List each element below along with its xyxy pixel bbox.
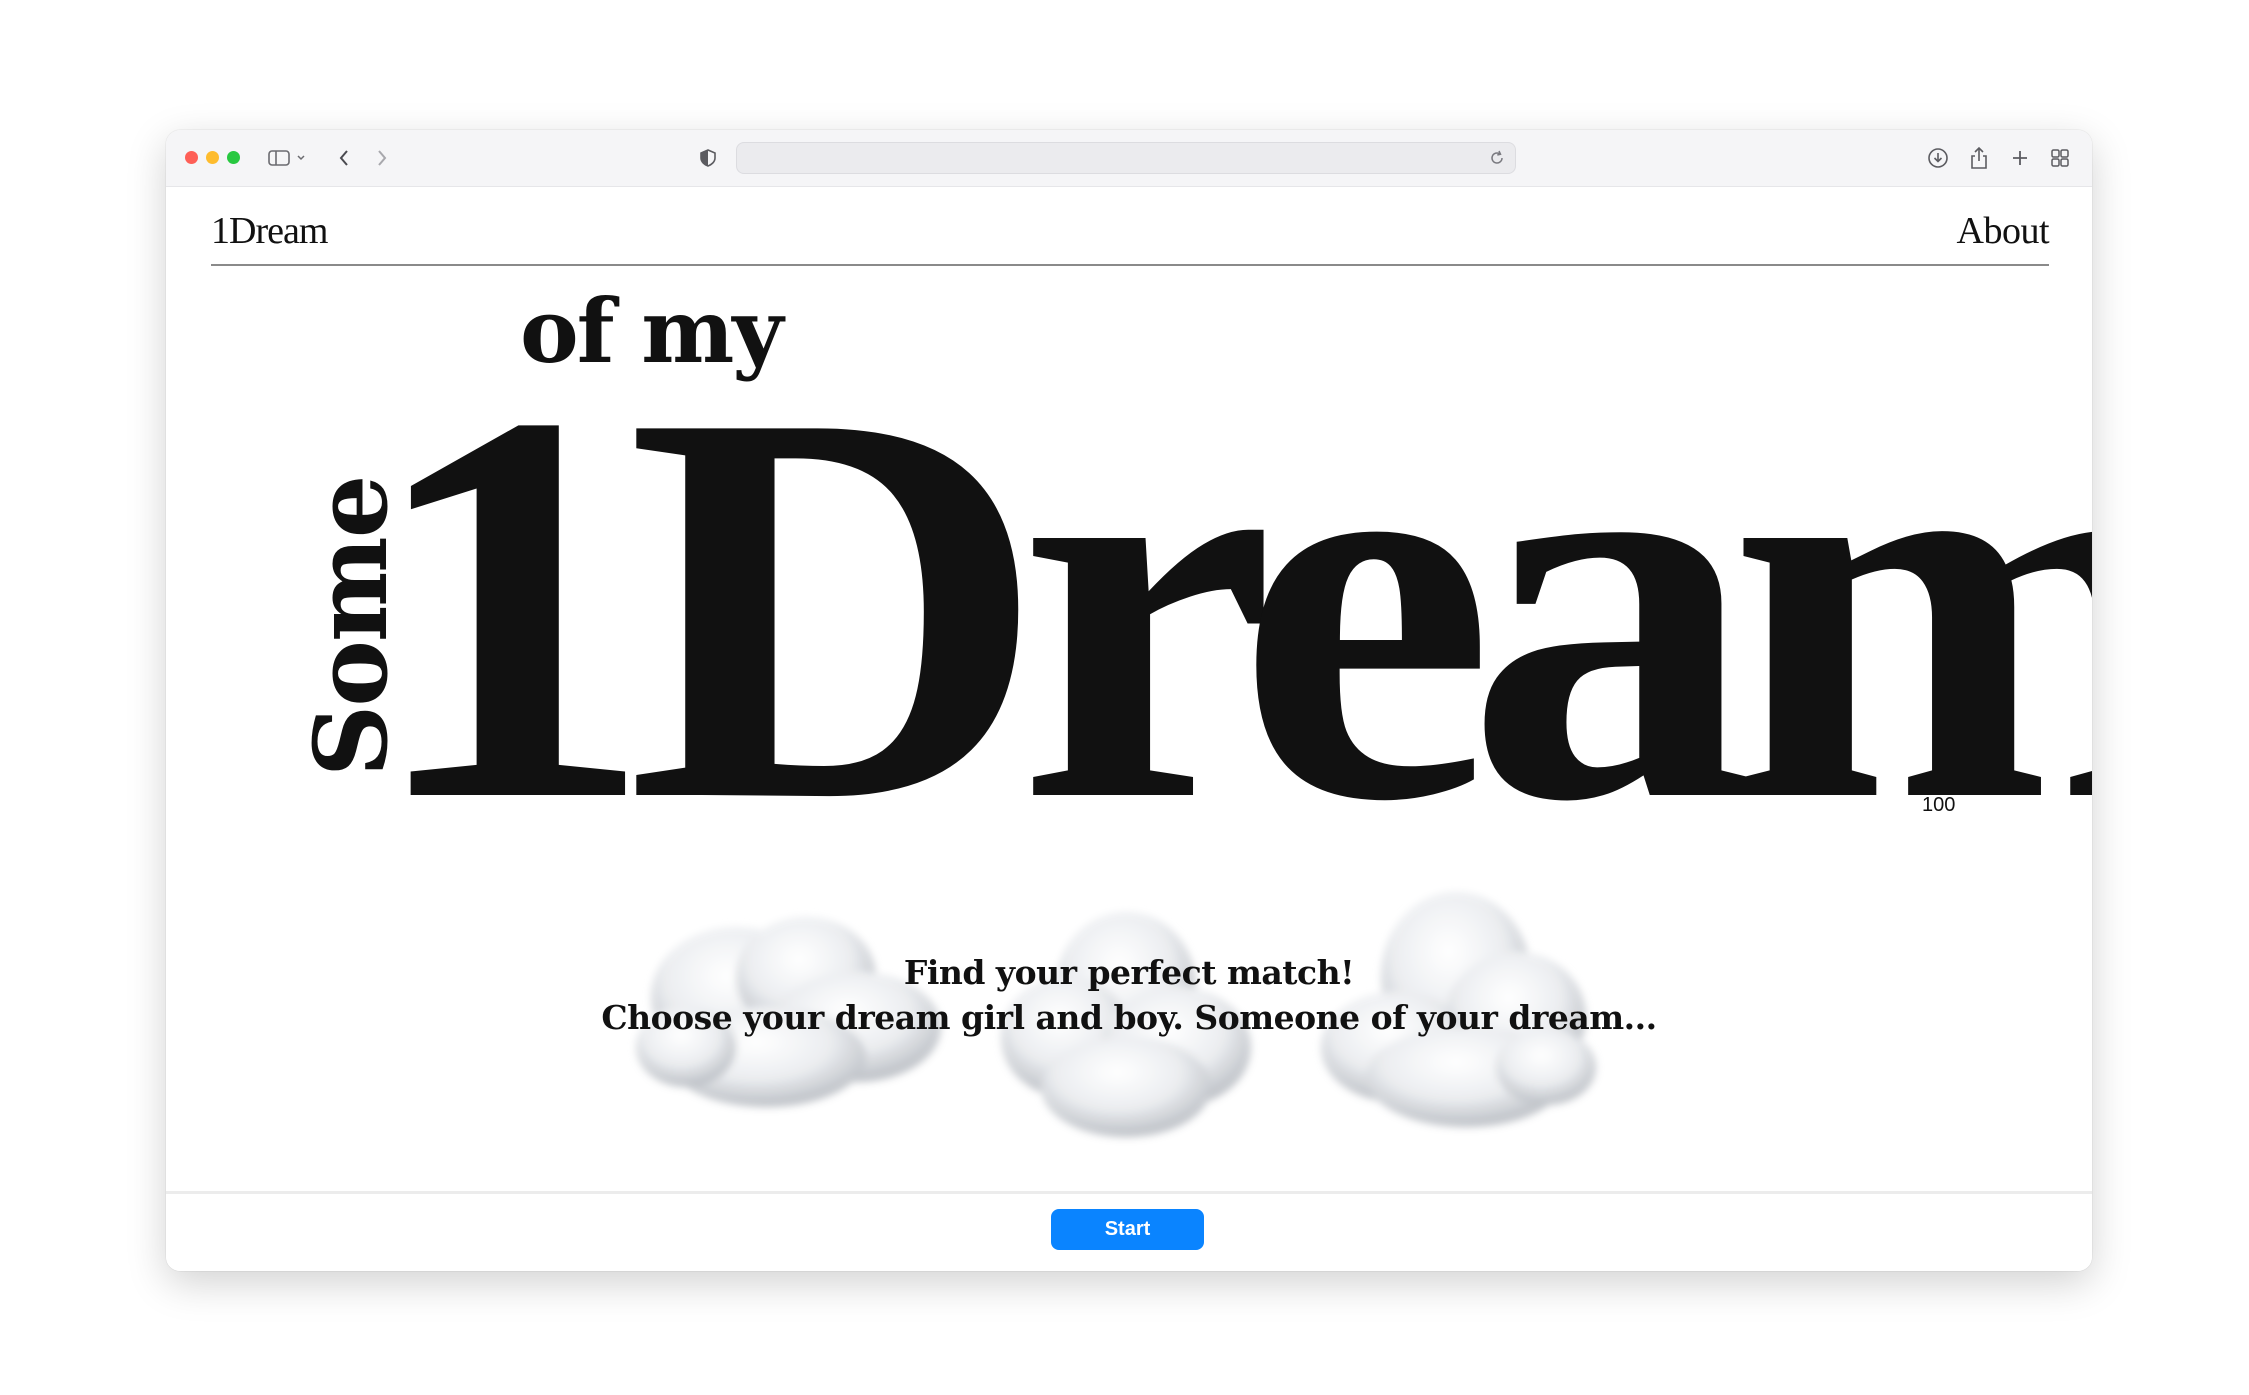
tagline-subtext: Choose your dream girl and boy. Someone … [601, 998, 1657, 1037]
back-icon[interactable] [334, 144, 354, 172]
page-content: 1Dream About of my Some 1Dream 100 Find … [166, 187, 2092, 1271]
hero-superscript: 100 [1922, 794, 1956, 816]
forward-icon[interactable] [372, 144, 392, 172]
tab-overview-icon[interactable] [2048, 144, 2072, 172]
sidebar-icon[interactable] [266, 144, 292, 172]
browser-toolbar [166, 130, 2092, 187]
minimize-window-button[interactable] [206, 151, 219, 164]
new-tab-icon[interactable] [2008, 144, 2032, 172]
chevron-down-icon[interactable] [294, 144, 308, 172]
reload-icon[interactable] [1489, 150, 1505, 171]
download-icon[interactable] [1926, 144, 1950, 172]
footer-bar: Start [166, 1191, 2092, 1271]
shield-icon[interactable] [698, 144, 718, 172]
share-icon[interactable] [1967, 144, 1991, 172]
hero-title: 1Dream [364, 297, 2092, 917]
address-bar[interactable] [736, 142, 1516, 174]
hero-section: of my Some 1Dream 100 [166, 187, 2092, 987]
browser-window: 1Dream About of my Some 1Dream 100 Find … [166, 130, 2092, 1271]
start-button[interactable]: Start [1051, 1209, 1204, 1250]
zoom-window-button[interactable] [227, 151, 240, 164]
tagline-headline: Find your perfect match! [903, 953, 1355, 992]
close-window-button[interactable] [185, 151, 198, 164]
